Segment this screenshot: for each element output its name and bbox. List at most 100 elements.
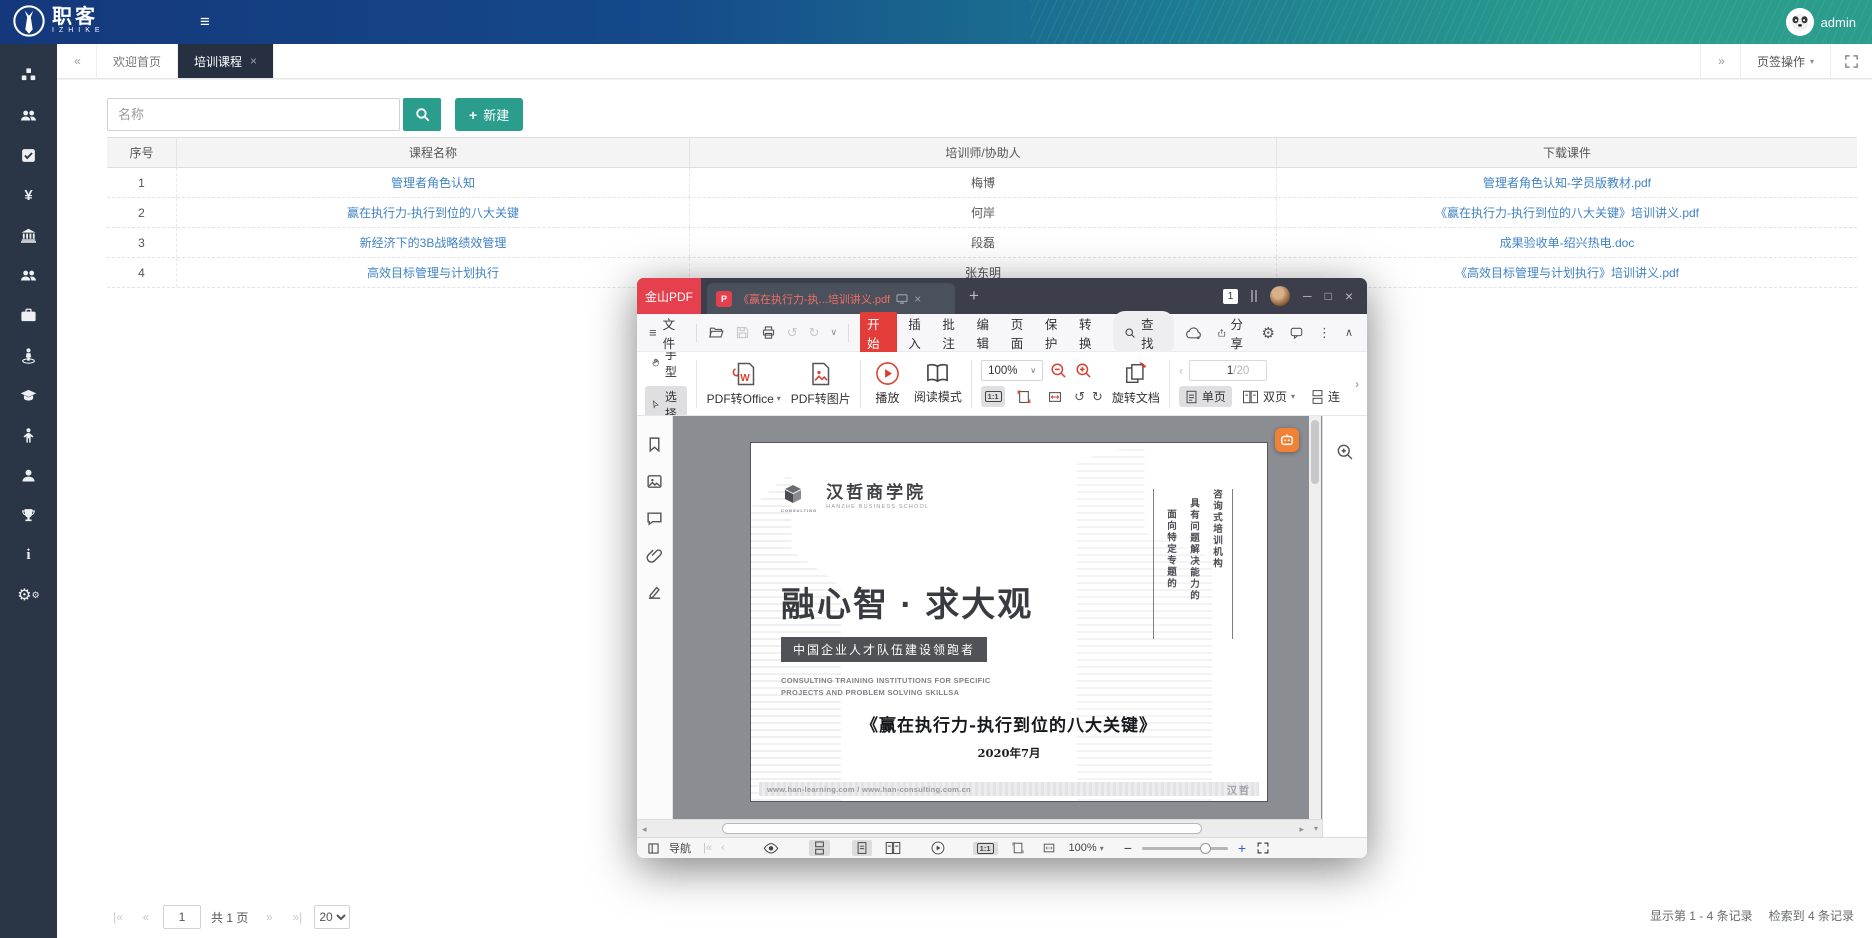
- pdf-brand-button[interactable]: 金山PDF: [637, 278, 701, 314]
- menu-protect[interactable]: 保护: [1045, 314, 1068, 352]
- actual-size-icon[interactable]: 1:1: [973, 842, 998, 855]
- print-icon[interactable]: [761, 325, 776, 340]
- continuous-mode-icon[interactable]: [809, 840, 830, 856]
- fit-page-icon[interactable]: [1007, 840, 1029, 856]
- single-page-button[interactable]: 单页: [1179, 386, 1232, 407]
- page-number-input[interactable]: [163, 905, 201, 929]
- bookmark-icon[interactable]: [646, 436, 663, 453]
- tab-home[interactable]: 欢迎首页: [97, 44, 178, 78]
- prev-page-icon[interactable]: ‹: [721, 842, 725, 854]
- first-page-icon[interactable]: |«: [703, 842, 712, 854]
- scroll-left-icon[interactable]: ◂: [642, 824, 647, 835]
- cogs-icon[interactable]: ⚙⚙: [20, 586, 38, 604]
- open-folder-icon[interactable]: [708, 325, 724, 340]
- slideshow-icon[interactable]: [931, 841, 945, 855]
- expand-panel-icon[interactable]: ›: [1355, 377, 1359, 391]
- pdf-to-office-button[interactable]: W PDF转Office▾: [706, 361, 781, 407]
- zoom-slider[interactable]: [1142, 847, 1228, 850]
- fit-width-button[interactable]: [1043, 386, 1067, 407]
- info-icon[interactable]: i: [20, 546, 38, 564]
- screen-cast-icon[interactable]: [896, 294, 908, 304]
- tab-scroll-right-icon[interactable]: »: [1700, 44, 1740, 78]
- page-size-select[interactable]: 20: [314, 905, 350, 929]
- course-link[interactable]: 管理者角色认知: [391, 174, 475, 191]
- avatar[interactable]: [1786, 8, 1814, 36]
- status-zoom-value[interactable]: 100% ▾: [1069, 842, 1104, 854]
- scrollbar-thumb[interactable]: [1311, 420, 1319, 484]
- play-button[interactable]: 播放: [870, 361, 904, 406]
- hamburger-icon[interactable]: ≡: [200, 12, 210, 32]
- fit-page-button[interactable]: [1012, 386, 1036, 407]
- users-icon[interactable]: [20, 106, 38, 124]
- zoom-slider-knob[interactable]: [1200, 843, 1211, 854]
- signature-icon[interactable]: [646, 584, 663, 601]
- team-icon[interactable]: [20, 266, 38, 284]
- zoom-select[interactable]: 100%∨: [981, 360, 1043, 381]
- yen-icon[interactable]: ¥: [20, 186, 38, 204]
- menu-convert[interactable]: 转换: [1079, 314, 1102, 352]
- zoom-in-icon[interactable]: [1075, 362, 1093, 380]
- redo-icon[interactable]: ↻: [809, 325, 820, 341]
- toolbar-options-caret-icon[interactable]: ∨: [831, 327, 838, 338]
- undo-icon[interactable]: ↺: [787, 325, 798, 341]
- courseware-link[interactable]: 管理者角色认知-学员版教材.pdf: [1483, 174, 1651, 191]
- save-icon[interactable]: [735, 325, 750, 340]
- close-document-icon[interactable]: ×: [914, 292, 921, 306]
- pdf-document-tab[interactable]: P 《赢在执行力-执...培训讲义.pdf ×: [707, 283, 955, 314]
- fullscreen-toggle-icon[interactable]: [1256, 841, 1270, 855]
- more-vertical-icon[interactable]: ⋮: [1318, 325, 1331, 341]
- read-mode-button[interactable]: 阅读模式: [914, 362, 962, 405]
- graduation-cap-icon[interactable]: [20, 386, 38, 404]
- fit-width-icon[interactable]: [1038, 840, 1060, 856]
- thumbnail-icon[interactable]: [646, 473, 663, 490]
- pdf-titlebar[interactable]: 金山PDF P 《赢在执行力-执...培训讲义.pdf × + 1 ─ □ ×: [637, 278, 1367, 314]
- course-link[interactable]: 高效目标管理与计划执行: [367, 264, 499, 281]
- table-row[interactable]: 1 管理者角色认知 梅博 管理者角色认知-学员版教材.pdf: [107, 168, 1857, 198]
- hand-tool[interactable]: 手型: [645, 352, 687, 382]
- scrollbar-options-icon[interactable]: ▾: [1314, 824, 1318, 833]
- tab-training-courses[interactable]: 培训课程 ×: [178, 44, 274, 78]
- user-icon[interactable]: [20, 466, 38, 484]
- cloud-sync-icon[interactable]: [1185, 326, 1203, 340]
- zoom-plus-icon[interactable]: +: [1238, 840, 1246, 856]
- tab-operations-dropdown[interactable]: 页签操作 ▾: [1740, 44, 1830, 78]
- menu-start[interactable]: 开始: [860, 312, 897, 354]
- briefcase-icon[interactable]: [20, 306, 38, 324]
- rotate-left-icon[interactable]: ↺: [1074, 389, 1085, 405]
- assistant-floating-button[interactable]: [1275, 428, 1299, 452]
- actual-size-button[interactable]: 1:1: [981, 386, 1005, 407]
- trophy-icon[interactable]: [20, 506, 38, 524]
- find-button[interactable]: 查找: [1113, 311, 1174, 355]
- horizontal-scrollbar[interactable]: ◂ ▸ ▾: [637, 819, 1322, 837]
- comment-panel-icon[interactable]: [646, 510, 663, 527]
- menu-annotate[interactable]: 批注: [942, 314, 965, 352]
- new-tab-icon[interactable]: +: [969, 286, 979, 306]
- fullscreen-icon[interactable]: [1830, 44, 1872, 78]
- cubes-icon[interactable]: [20, 66, 38, 84]
- eye-protect-icon[interactable]: [763, 842, 779, 854]
- table-row[interactable]: 2 赢在执行力-执行到位的八大关键 何岸 《赢在执行力-执行到位的八大关键》培训…: [107, 198, 1857, 228]
- share-button[interactable]: 分享: [1217, 314, 1248, 352]
- menu-insert[interactable]: 插入: [908, 314, 931, 352]
- search-button[interactable]: [403, 98, 441, 131]
- continuous-button[interactable]: 连: [1305, 386, 1346, 407]
- double-page-button[interactable]: 双页 ▾: [1236, 386, 1301, 407]
- courseware-link[interactable]: 《赢在执行力-执行到位的八大关键》培训讲义.pdf: [1435, 204, 1699, 221]
- pdf-to-image-button[interactable]: PDF转图片: [790, 361, 851, 407]
- single-page-mode-icon[interactable]: [852, 840, 872, 856]
- course-link[interactable]: 新经济下的3B战略绩效管理: [360, 234, 507, 251]
- split-view-icon[interactable]: [1251, 290, 1257, 302]
- close-tab-icon[interactable]: ×: [250, 54, 257, 68]
- attachment-icon[interactable]: [646, 547, 663, 564]
- search-input[interactable]: [107, 98, 400, 131]
- prev-page-icon[interactable]: ‹: [1179, 363, 1183, 378]
- page-indicator[interactable]: /20: [1189, 360, 1267, 381]
- pdf-page[interactable]: CONSULTING 汉哲商学院 HANZHE BUSINESS SCHOOL …: [750, 442, 1268, 802]
- check-square-icon[interactable]: [20, 146, 38, 164]
- courseware-link[interactable]: 成果验收单-绍兴热电.doc: [1500, 234, 1635, 251]
- magnify-tool-icon[interactable]: [1335, 442, 1355, 462]
- bank-icon[interactable]: [20, 226, 38, 244]
- rotate-right-icon[interactable]: ↻: [1092, 389, 1103, 405]
- maximize-icon[interactable]: □: [1325, 289, 1332, 303]
- page-last-icon[interactable]: »|: [286, 905, 308, 929]
